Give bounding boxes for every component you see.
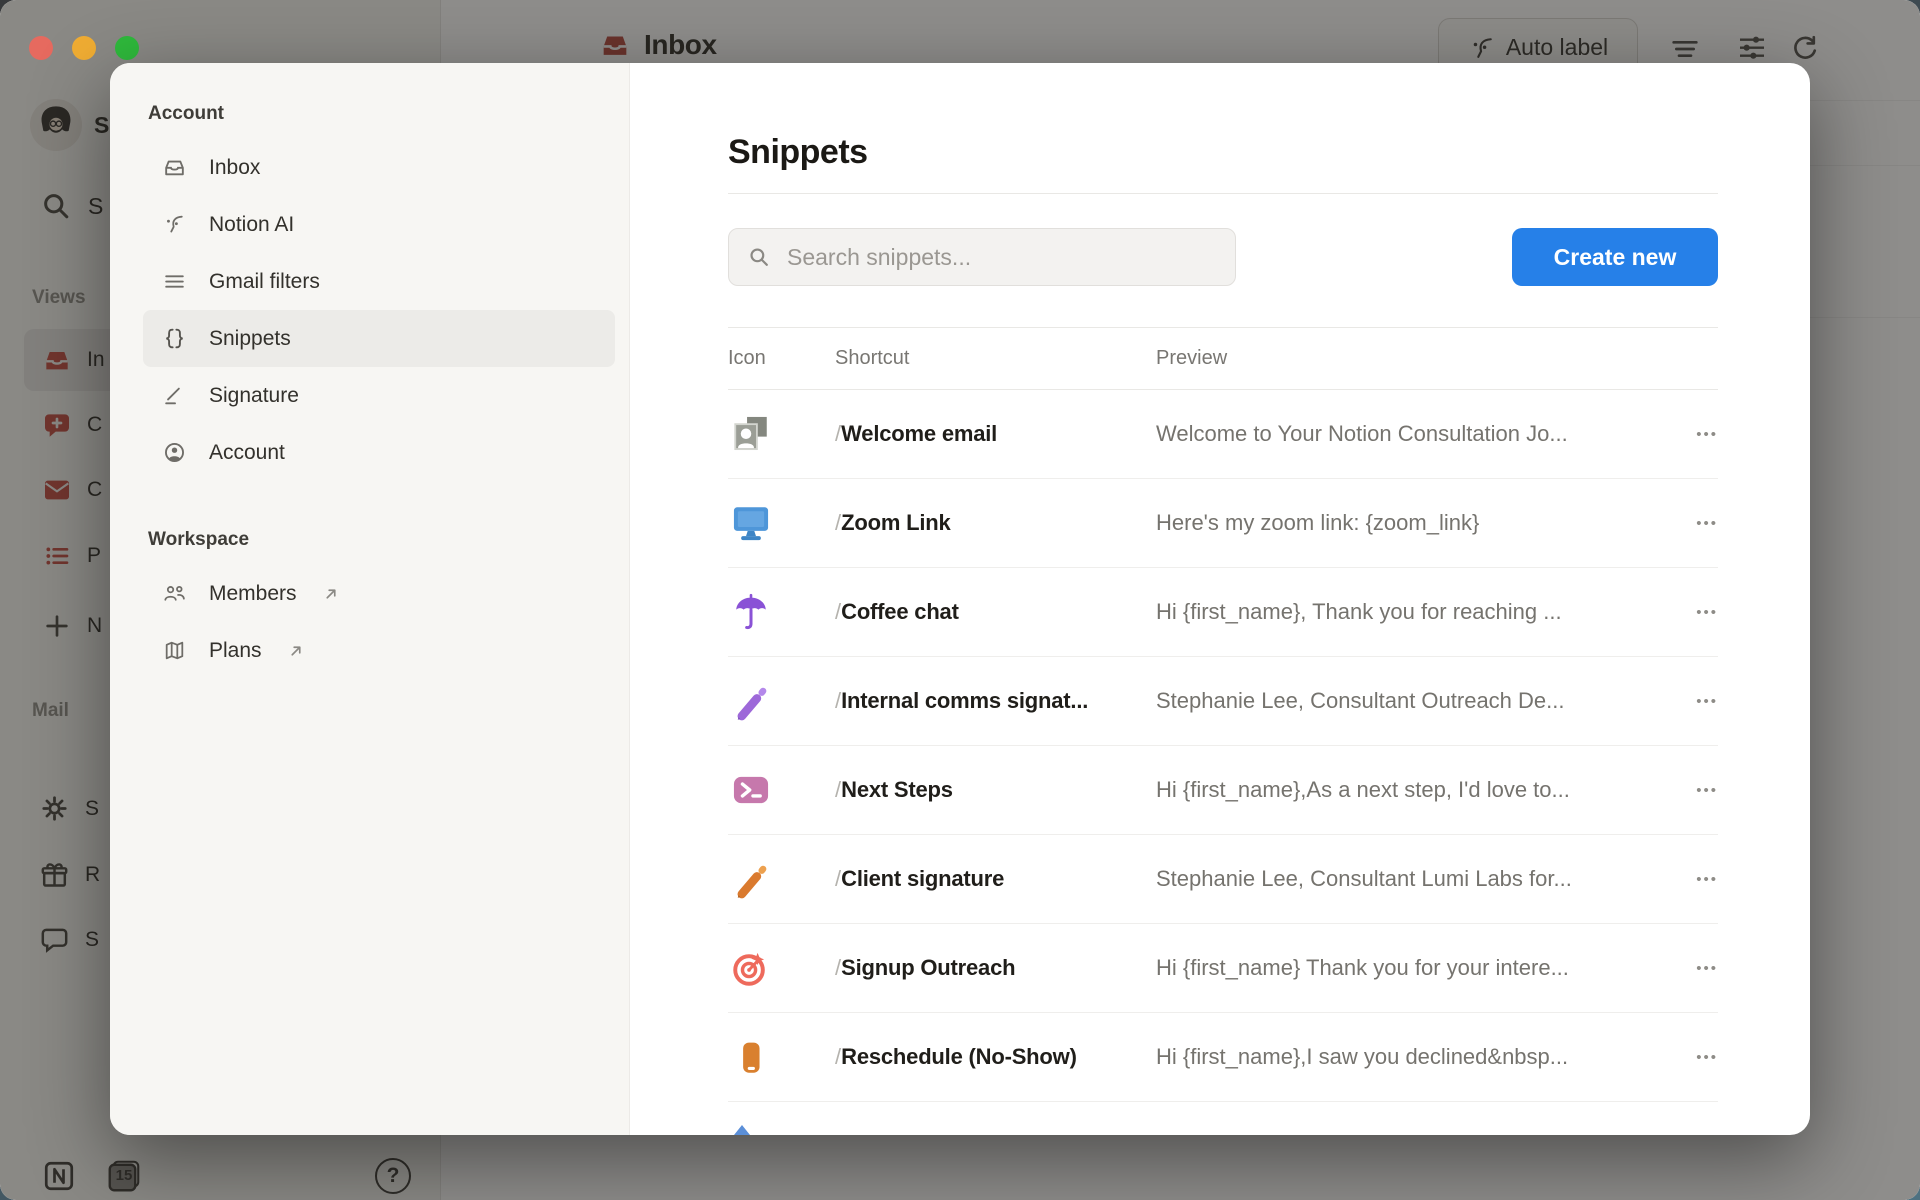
table-row[interactable]: /Zoom Link Here's my zoom link: {zoom_li…	[728, 479, 1718, 568]
snippet-shortcut: Signup Outreach	[841, 955, 1015, 980]
next-row-icon-peek	[734, 1125, 750, 1135]
orange-pencil-icon	[730, 858, 772, 900]
row-menu-button[interactable]: •••	[1672, 693, 1718, 710]
snippets-panel: Snippets Create new Icon Shortcut Previe…	[630, 63, 1810, 1135]
filter-lines-icon	[162, 269, 187, 294]
row-menu-button[interactable]: •••	[1672, 782, 1718, 799]
zoom-button[interactable]	[115, 36, 139, 60]
row-menu-button[interactable]: •••	[1672, 871, 1718, 888]
settings-item-account[interactable]: Account	[143, 424, 615, 481]
table-header: Icon Shortcut Preview	[728, 328, 1718, 390]
snippets-toolbar: Create new	[728, 228, 1718, 286]
table-row[interactable]: /Coffee chat Hi {first_name}, Thank you …	[728, 568, 1718, 657]
table-row[interactable]: /Next Steps Hi {first_name},As a next st…	[728, 746, 1718, 835]
table-row[interactable]: /Internal comms signat... Stephanie Lee,…	[728, 657, 1718, 746]
account-section-label: Account	[143, 103, 615, 127]
table-row[interactable]: /Signup Outreach Hi {first_name} Thank y…	[728, 924, 1718, 1013]
notion-ai-face-icon	[162, 212, 187, 237]
snippet-preview: Stephanie Lee, Consultant Lumi Labs for.…	[1156, 866, 1672, 892]
settings-item-signature[interactable]: Signature	[143, 367, 615, 424]
settings-sidebar: Account Inbox Notion AI Gmail filters	[110, 63, 630, 1135]
divider	[728, 193, 1718, 194]
purple-umbrella-icon	[730, 591, 772, 633]
snippet-preview: Welcome to Your Notion Consultation Jo..…	[1156, 421, 1672, 447]
workspace-section-label: Workspace	[143, 529, 615, 553]
snippet-shortcut: Reschedule (No-Show)	[841, 1044, 1077, 1069]
search-input[interactable]	[728, 228, 1236, 286]
settings-item-inbox[interactable]: Inbox	[143, 139, 615, 196]
row-menu-button[interactable]: •••	[1672, 1049, 1718, 1066]
table-row[interactable]: /Client signature Stephanie Lee, Consult…	[728, 835, 1718, 924]
snippet-preview: Stephanie Lee, Consultant Outreach De...	[1156, 688, 1672, 714]
snippet-preview: Here's my zoom link: {zoom_link}	[1156, 510, 1672, 536]
search-icon	[746, 244, 772, 270]
purple-pen-icon	[730, 680, 772, 722]
settings-item-members[interactable]: Members	[143, 565, 615, 622]
settings-item-plans[interactable]: Plans	[143, 622, 615, 679]
snippet-preview: Hi {first_name} Thank you for your inter…	[1156, 955, 1672, 981]
row-menu-button[interactable]: •••	[1672, 960, 1718, 977]
window-controls	[29, 36, 139, 60]
signature-pen-icon	[162, 383, 187, 408]
minimize-button[interactable]	[72, 36, 96, 60]
person-circle-icon	[162, 440, 187, 465]
external-link-icon	[321, 584, 341, 604]
members-icon	[162, 581, 187, 606]
search-box	[728, 228, 1236, 286]
close-button[interactable]	[29, 36, 53, 60]
settings-item-snippets[interactable]: Snippets	[143, 310, 615, 367]
settings-modal: Account Inbox Notion AI Gmail filters	[110, 63, 1810, 1135]
red-target-icon	[730, 947, 772, 989]
desktop-computer-icon	[730, 502, 772, 544]
portrait-card-icon	[730, 413, 772, 455]
settings-item-gmail-filters[interactable]: Gmail filters	[143, 253, 615, 310]
create-new-button[interactable]: Create new	[1512, 228, 1718, 286]
inbox-tray-icon	[162, 155, 187, 180]
row-menu-button[interactable]: •••	[1672, 515, 1718, 532]
snippet-preview: Hi {first_name}, Thank you for reaching …	[1156, 599, 1672, 625]
snippet-shortcut: Next Steps	[841, 777, 953, 802]
snippet-shortcut: Welcome email	[841, 421, 997, 446]
table-row[interactable]: /Reschedule (No-Show) Hi {first_name},I …	[728, 1013, 1718, 1102]
settings-item-notion-ai[interactable]: Notion AI	[143, 196, 615, 253]
table-row[interactable]: /Welcome email Welcome to Your Notion Co…	[728, 390, 1718, 479]
snippet-shortcut: Zoom Link	[841, 510, 950, 535]
braces-icon	[162, 326, 187, 351]
row-menu-button[interactable]: •••	[1672, 426, 1718, 443]
orange-book-icon	[730, 1036, 772, 1078]
snippet-shortcut: Internal comms signat...	[841, 688, 1088, 713]
column-header-icon: Icon	[728, 347, 835, 370]
row-menu-button[interactable]: •••	[1672, 604, 1718, 621]
snippet-shortcut: Client signature	[841, 866, 1004, 891]
snippet-preview: Hi {first_name},As a next step, I'd love…	[1156, 777, 1672, 803]
snippet-preview: Hi {first_name},I saw you declined&nbsp.…	[1156, 1044, 1672, 1070]
column-header-shortcut: Shortcut	[835, 347, 1156, 370]
snippet-shortcut: Coffee chat	[841, 599, 959, 624]
pink-terminal-icon	[730, 769, 772, 811]
map-icon	[162, 638, 187, 663]
column-header-preview: Preview	[1156, 347, 1672, 370]
external-link-icon	[286, 641, 306, 661]
page-title: Snippets	[728, 133, 1718, 177]
